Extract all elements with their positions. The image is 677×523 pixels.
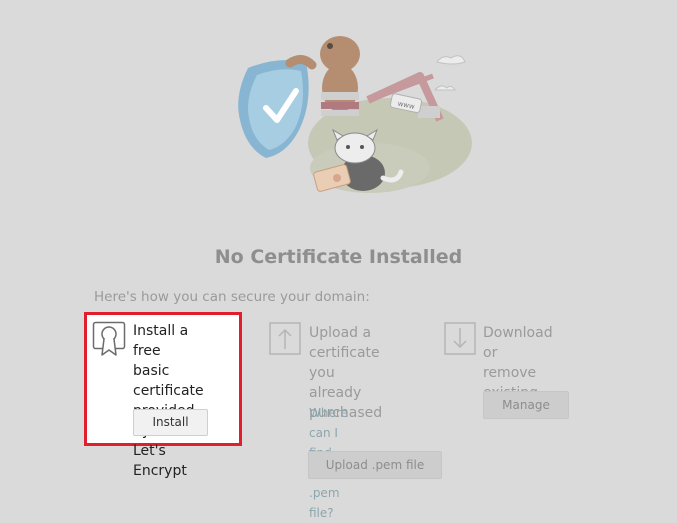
cloud-shape	[436, 55, 466, 65]
option-text-line: Download or	[483, 325, 553, 361]
shield-illustration	[238, 60, 309, 158]
option-text-line: basic certificate	[133, 363, 204, 399]
option-text-line: Upload a	[309, 325, 372, 341]
option-text-line: certificate you	[309, 345, 380, 381]
upload-pem-button[interactable]: Upload .pem file	[308, 451, 442, 479]
option-text-line: Let's Encrypt	[133, 443, 187, 479]
page-subtitle: Here's how you can secure your domain:	[94, 289, 370, 305]
page-title: No Certificate Installed	[214, 246, 463, 268]
option-text-line: already	[309, 385, 362, 401]
download-icon	[444, 322, 476, 355]
manage-button[interactable]: Manage	[483, 391, 569, 419]
certificate-award-icon	[92, 321, 126, 356]
install-button[interactable]: Install	[133, 409, 208, 436]
upload-icon	[269, 322, 301, 355]
option-text-line: Install a free	[133, 323, 189, 359]
hero-illustration: www	[238, 36, 472, 193]
